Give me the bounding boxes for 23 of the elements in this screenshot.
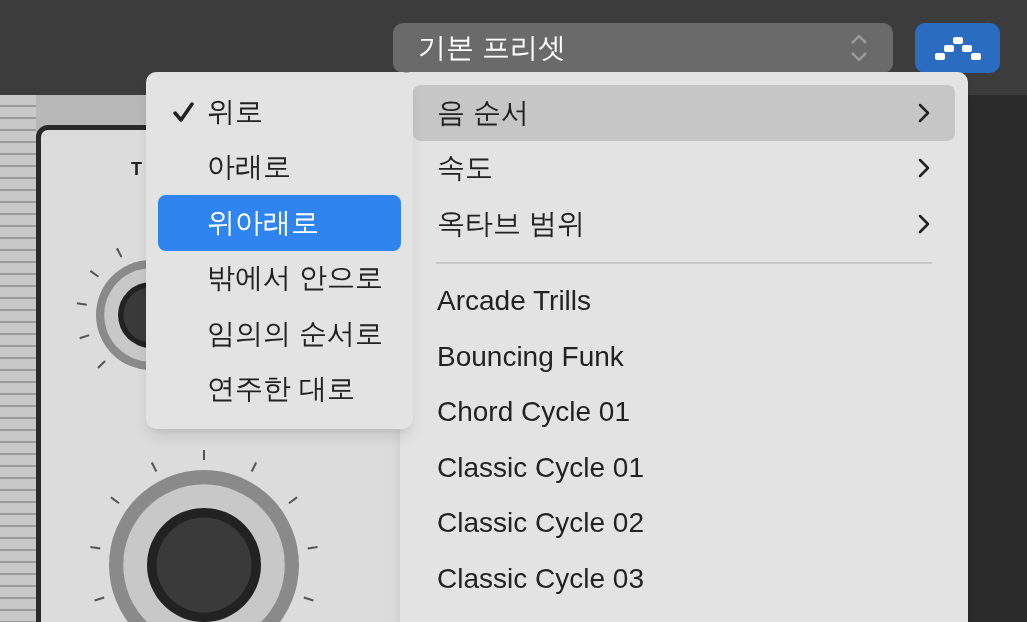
menu-item[interactable]: 속도 <box>413 140 955 196</box>
menu-item[interactable]: Classic Cycle 03 <box>413 551 955 607</box>
preset-selector[interactable]: 기본 프리셋 <box>393 23 893 73</box>
steps-icon <box>933 35 982 61</box>
menu-item[interactable]: Bouncing Funk <box>413 329 955 385</box>
chevron-right-icon <box>918 102 930 123</box>
arpeggiator-button[interactable] <box>915 23 1000 73</box>
menu-item[interactable]: Chord Cycle 01 <box>413 384 955 440</box>
menu-item[interactable]: 연주한 대로 <box>158 361 401 417</box>
menu-item[interactable]: 위아래로 <box>158 195 401 251</box>
menu-item[interactable]: 임의의 순서로 <box>158 306 401 362</box>
menu-item[interactable]: Classic Cycle 01 <box>413 440 955 496</box>
chevron-right-icon <box>918 213 930 234</box>
chevron-right-icon <box>918 158 930 179</box>
menu-item[interactable]: 옥타브 범위 <box>413 196 955 252</box>
menu-item[interactable]: Arcade Trills <box>413 273 955 329</box>
menu-item[interactable]: 밖에서 안으로 <box>158 250 401 306</box>
menu-item[interactable]: 아래로 <box>158 139 401 195</box>
up-down-chevron-icon <box>850 32 868 64</box>
menu-item[interactable]: 음 순서 <box>413 85 955 141</box>
menu-item[interactable]: Classic Cycle 02 <box>413 495 955 551</box>
knob-label: T <box>131 158 142 181</box>
menu-item[interactable]: 위로 <box>158 84 401 140</box>
